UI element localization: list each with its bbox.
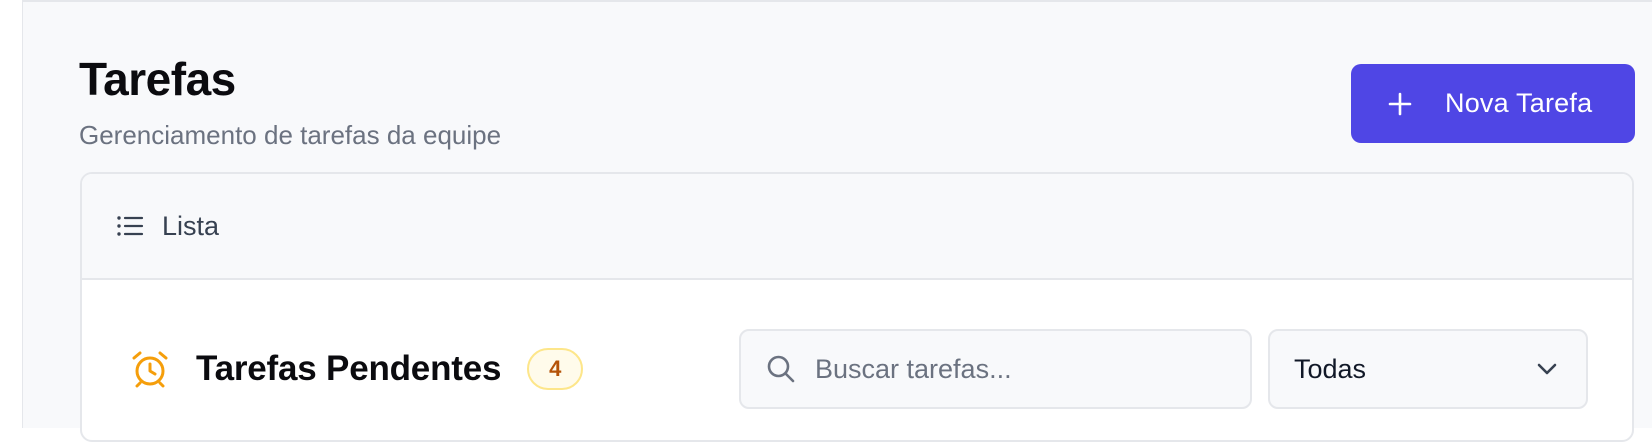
- search-icon: [765, 353, 797, 385]
- plus-icon: [1387, 91, 1413, 117]
- status-filter-select[interactable]: Todas: [1268, 329, 1588, 409]
- section-title: Tarefas Pendentes: [196, 349, 502, 388]
- alarm-clock-icon: [130, 349, 170, 389]
- new-task-button[interactable]: Nova Tarefa: [1351, 64, 1635, 143]
- tasks-card: Lista Tarefas Pendentes 4 Buscar tarefas…: [80, 172, 1634, 442]
- search-input[interactable]: [813, 352, 1217, 386]
- status-filter-value: Todas: [1294, 353, 1367, 384]
- view-tabs: Lista: [82, 174, 1632, 280]
- main-content: Tarefas Gerenciamento de tarefas da equi…: [23, 0, 1652, 442]
- new-task-button-label: Nova Tarefa: [1445, 88, 1593, 118]
- chevron-down-icon: [1534, 356, 1560, 382]
- pending-count-badge: 4: [527, 348, 584, 390]
- left-edge-strip: [0, 0, 23, 428]
- list-icon: [116, 212, 144, 240]
- tab-lista-label: Lista: [162, 210, 220, 241]
- pending-section-header: Tarefas Pendentes 4: [130, 344, 584, 394]
- page-subtitle: Gerenciamento de tarefas da equipe: [79, 120, 502, 150]
- tab-lista[interactable]: Lista: [116, 204, 219, 248]
- page-title: Tarefas: [79, 53, 236, 105]
- search-box: [739, 329, 1252, 409]
